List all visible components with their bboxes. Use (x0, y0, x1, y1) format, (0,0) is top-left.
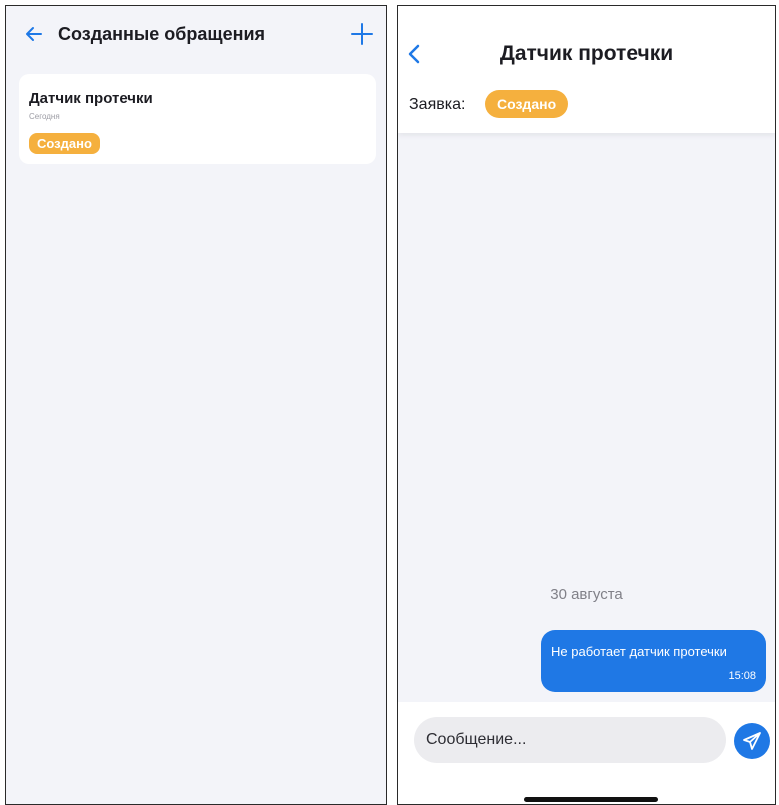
status-badge: Создано (29, 133, 100, 154)
message-time: 15:08 (728, 670, 756, 682)
requests-list-screen: Созданные обращения Датчик протечки Сего… (5, 5, 387, 805)
back-arrow-icon[interactable] (24, 24, 44, 44)
send-icon (743, 732, 761, 750)
send-button[interactable] (734, 723, 770, 759)
app-header: Созданные обращения (6, 6, 386, 64)
request-title: Датчик протечки (29, 90, 153, 107)
chat-screen: Датчик протечки Заявка: Создано 30 авгус… (397, 5, 776, 805)
chat-title: Датчик протечки (499, 42, 674, 65)
composer-bar: Сообщение... (398, 702, 775, 804)
page-title: Созданные обращения (58, 24, 266, 44)
add-request-icon[interactable] (350, 22, 374, 46)
request-card[interactable]: Датчик протечки Сегодня Создано (19, 74, 376, 164)
message-bubble[interactable]: Не работает датчик протечки 15:08 (541, 630, 766, 692)
status-badge: Создано (485, 90, 569, 118)
date-separator: 30 августа (550, 586, 623, 603)
home-indicator (524, 797, 658, 802)
request-date: Сегодня (29, 112, 60, 121)
chat-header: Датчик протечки Заявка: Создано (398, 6, 775, 133)
request-label: Заявка: (409, 96, 466, 113)
message-text: Не работает датчик протечки (551, 644, 727, 659)
message-input[interactable]: Сообщение... (414, 717, 726, 763)
